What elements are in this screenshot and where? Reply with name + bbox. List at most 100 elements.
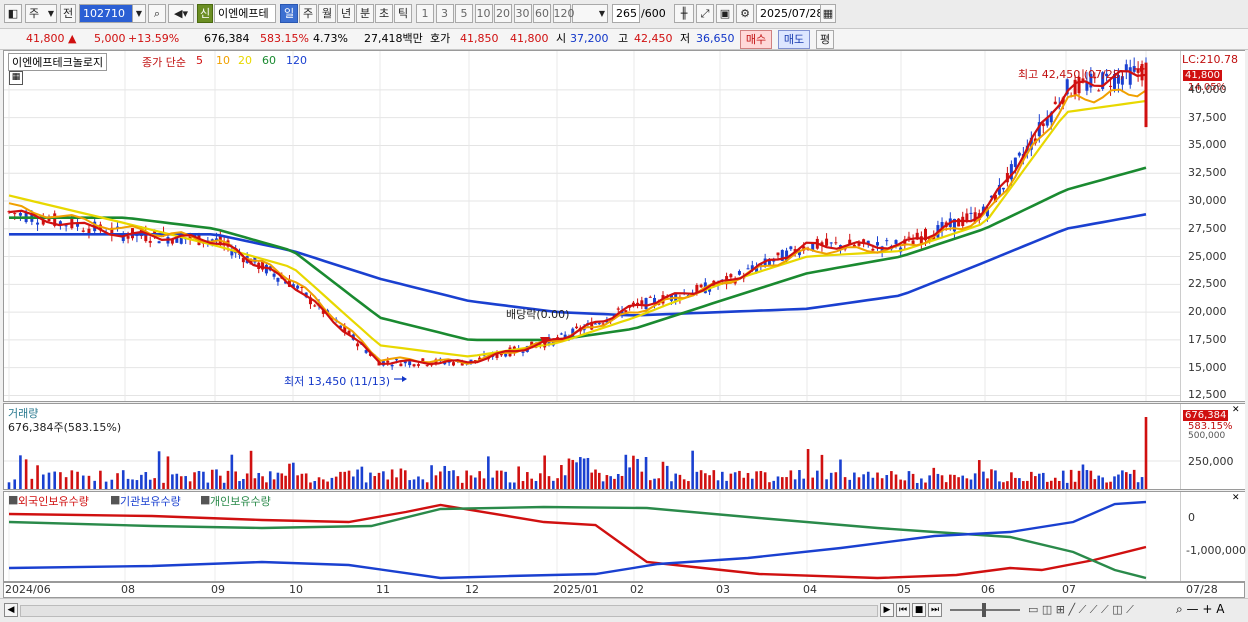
interval-button-120[interactable]: 120 (552, 4, 575, 23)
stock-title-label: 이엔에프테크놀로지 (12, 56, 104, 69)
panel-close-icon[interactable]: ✕ (1232, 405, 1240, 415)
draw-tool-icon[interactable]: ⤢ (696, 4, 714, 23)
table-icon[interactable]: ▦ (9, 71, 23, 85)
interval-button-60[interactable]: 60 (533, 4, 551, 23)
candle-body (412, 364, 416, 367)
volume-bar (653, 478, 656, 489)
volume-bar (144, 472, 148, 489)
stock-title[interactable]: 이엔에프테크놀로지 (8, 53, 108, 71)
period-tab-4[interactable]: 분 (356, 4, 374, 23)
volume-bar (820, 454, 824, 489)
interval-button-20[interactable]: 20 (494, 4, 512, 23)
horizontal-scrollbar[interactable] (20, 605, 878, 617)
period-tab-6[interactable]: 틱 (394, 4, 412, 23)
zoom-icons[interactable]: ⌕ — + A (1176, 602, 1224, 617)
interval-button-30[interactable]: 30 (513, 4, 532, 23)
eval-button[interactable]: 평 (816, 30, 834, 49)
volume-bar (386, 479, 390, 489)
candle-body (416, 364, 420, 366)
code-dropdown-icon[interactable]: ▼ (132, 4, 146, 23)
volume-bar (64, 477, 68, 489)
period-tab-1[interactable]: 주 (299, 4, 317, 23)
legend-2: 개인보유수량 (210, 495, 271, 508)
blank-select[interactable]: ▼ (572, 4, 608, 23)
x-label-10: 05 (897, 583, 911, 596)
scroll-left-icon[interactable]: ◀ (4, 603, 18, 617)
volume-bar (755, 471, 758, 489)
volume-bar (1077, 470, 1081, 489)
period-tab-5[interactable]: 초 (375, 4, 393, 23)
volume-bar (750, 478, 754, 489)
buy-button[interactable]: 매수 (740, 30, 772, 49)
volume-bar (412, 479, 416, 489)
interval-button-10[interactable]: 10 (474, 4, 493, 23)
volume-bar (59, 472, 62, 489)
period-tab-0[interactable]: 일 (280, 4, 298, 23)
volume-bar (729, 473, 733, 489)
volume-bar (395, 477, 398, 489)
candle-body (969, 212, 973, 214)
sound-icon[interactable]: ◀▾ (168, 4, 194, 23)
volume-bar (940, 475, 944, 489)
period-select[interactable]: 주 ▼ (25, 4, 57, 23)
volume-bar (609, 476, 612, 489)
period-tab-3[interactable]: 년 (337, 4, 355, 23)
prev-button[interactable]: 전 (60, 4, 76, 23)
volume-bar (99, 470, 102, 489)
volume-bar (567, 458, 571, 489)
rewind-icon[interactable]: ⏮ (896, 603, 910, 617)
stop-icon[interactable]: ■ (912, 603, 926, 617)
candle-body (395, 359, 399, 361)
volume-bar (1002, 482, 1005, 489)
volume-bar (682, 479, 686, 489)
volume-bar (1065, 482, 1069, 489)
candle-body (313, 305, 317, 307)
period-tab-2[interactable]: 월 (318, 4, 336, 23)
chart-icon[interactable]: ◧ (4, 4, 22, 23)
volume-bar (53, 471, 56, 489)
drawing-tools[interactable]: ▭ ◫ ⊞ ╱ ⟋ ⟋ ⟋ ◫ ⟋ (1028, 603, 1134, 617)
candle-type-icon[interactable]: ╫ (674, 4, 694, 23)
volume-bar (126, 478, 130, 489)
gear-icon[interactable]: ⚙ (736, 4, 754, 23)
volume-bar (81, 475, 85, 489)
date-input[interactable]: 2025/07/28 (756, 4, 823, 23)
panel-close-icon[interactable]: ✕ (1232, 493, 1240, 503)
scroll-right-icon[interactable]: ▶ (880, 603, 894, 617)
volume-bar (530, 478, 533, 489)
candle-body (594, 323, 597, 325)
interval-button-5[interactable]: 5 (455, 4, 473, 23)
x-label-4: 11 (376, 583, 390, 596)
sell-button[interactable]: 매도 (778, 30, 810, 49)
volume-bar (495, 470, 499, 489)
volume-bar (712, 470, 716, 489)
volume-bar (674, 473, 677, 489)
candle-body (157, 241, 161, 244)
forward-icon[interactable]: ⏭ (928, 603, 942, 617)
stock-name-field[interactable]: 이엔에프테 (214, 4, 276, 23)
search-icon[interactable]: ⌕ (148, 4, 166, 23)
ma-period-120: 120 (286, 54, 307, 67)
volume-bar (763, 472, 767, 489)
volume-bar (300, 473, 304, 489)
ma-line-120 (9, 213, 1147, 317)
dividend-label: 배당락(0.00) (506, 308, 570, 321)
save-icon[interactable]: ▣ (716, 4, 734, 23)
volume-bar (616, 473, 620, 489)
volume-bar (153, 478, 156, 489)
x-label-8: 03 (716, 583, 730, 596)
volume-bar (219, 475, 222, 489)
open-price: 37,200 (570, 32, 609, 45)
zoom-slider-handle[interactable] (982, 603, 986, 617)
count-input[interactable]: 265 (612, 4, 640, 23)
interval-button-3[interactable]: 3 (435, 4, 454, 23)
interval-button-1[interactable]: 1 (416, 4, 434, 23)
volume-bar (41, 474, 45, 489)
trade-amount: 27,418백만 (364, 32, 423, 45)
price-tick-0: 40,000 (1188, 82, 1227, 96)
volume-bar (268, 471, 272, 489)
calendar-icon[interactable]: ▦ (820, 4, 836, 23)
min-arrow-head (402, 376, 407, 382)
ma-period-20: 20 (238, 54, 252, 67)
volume-bar (716, 480, 720, 489)
